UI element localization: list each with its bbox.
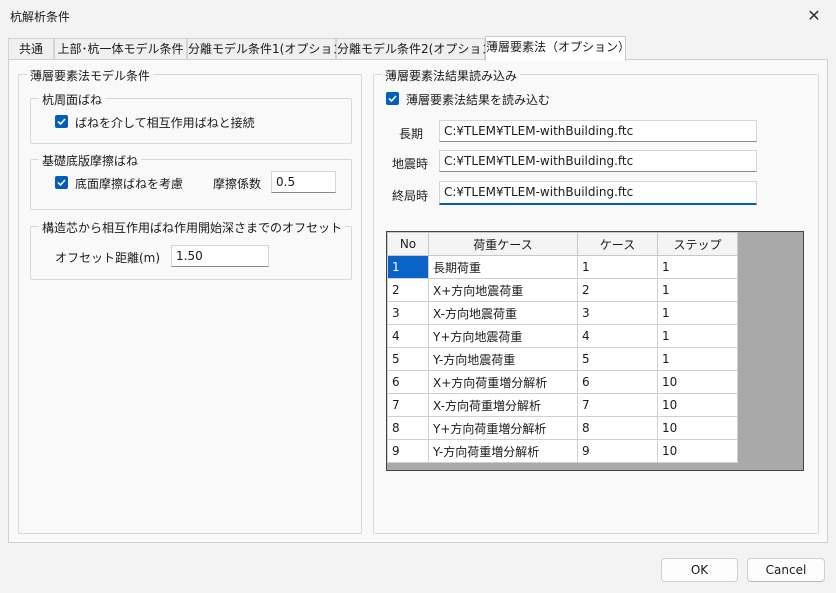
cell-step[interactable]: 10 <box>657 370 738 394</box>
tab-separated-model-1[interactable]: 分離モデル条件1(オプション) <box>187 38 349 60</box>
base-spring-checkbox-label: 底面摩擦ばねを考慮 <box>75 177 184 191</box>
table-row[interactable]: 6 X+方向荷重増分解析 6 10 <box>387 370 738 394</box>
seismic-label: 地震時 <box>392 157 429 171</box>
cell-case[interactable]: 8 <box>577 416 658 440</box>
longterm-label: 長期 <box>399 127 424 141</box>
cell-load-case[interactable]: 長期荷重 <box>428 255 578 279</box>
column-header-case[interactable]: ケース <box>577 232 658 256</box>
window-title: 杭解析条件 <box>10 10 71 24</box>
cell-case[interactable]: 5 <box>577 347 658 371</box>
cell-no[interactable]: 1 <box>387 255 429 279</box>
cell-load-case[interactable]: Y+方向荷重増分解析 <box>428 416 578 440</box>
column-header-step[interactable]: ステップ <box>657 232 738 256</box>
cell-step[interactable]: 1 <box>657 255 738 279</box>
cell-step[interactable]: 10 <box>657 416 738 440</box>
table-row[interactable]: 5 Y-方向地震荷重 5 1 <box>387 347 738 371</box>
friction-coef-input[interactable]: 0.5 <box>271 171 336 193</box>
cell-load-case[interactable]: X-方向地震荷重 <box>428 301 578 325</box>
cell-no[interactable]: 2 <box>387 278 429 302</box>
load-case-grid: No 荷重ケース ケース ステップ 1 長期荷重 1 1 2 X+方向地震荷重 2 1 3 X-方… <box>386 231 804 471</box>
cell-case[interactable]: 2 <box>577 278 658 302</box>
group-base-spring: 基礎底版摩擦ばね 底面摩擦ばねを考慮 摩擦係数 0.5 <box>30 152 352 210</box>
cell-load-case[interactable]: X+方向地震荷重 <box>428 278 578 302</box>
cell-no[interactable]: 8 <box>387 416 429 440</box>
title-bar: 杭解析条件 ✕ <box>0 0 836 32</box>
check-icon <box>388 95 397 103</box>
table-row[interactable]: 4 Y+方向地震荷重 4 1 <box>387 324 738 348</box>
tab-integrated-model[interactable]: 上部･杭一体モデル条件 <box>54 38 187 60</box>
check-icon <box>57 118 66 126</box>
group-offset: 構造芯から相互作用ばね作用開始深さまでのオフセット オフセット距離(m) 1.5… <box>30 219 352 280</box>
ultimate-label: 終局時 <box>392 189 429 203</box>
offset-distance-input[interactable]: 1.50 <box>171 245 269 267</box>
cell-load-case[interactable]: Y-方向荷重増分解析 <box>428 439 578 463</box>
cell-step[interactable]: 1 <box>657 324 738 348</box>
cell-case[interactable]: 4 <box>577 324 658 348</box>
load-case-table: No 荷重ケース ケース ステップ 1 長期荷重 1 1 2 X+方向地震荷重 2 1 3 X-方… <box>387 232 738 463</box>
close-icon[interactable]: ✕ <box>800 2 828 30</box>
table-row[interactable]: 8 Y+方向荷重増分解析 8 10 <box>387 416 738 440</box>
cell-no[interactable]: 7 <box>387 393 429 417</box>
offset-distance-label: オフセット距離(m) <box>55 251 161 265</box>
table-row[interactable]: 9 Y-方向荷重増分解析 9 10 <box>387 439 738 463</box>
table-row[interactable]: 1 長期荷重 1 1 <box>387 255 738 279</box>
cell-load-case[interactable]: Y+方向地震荷重 <box>428 324 578 348</box>
ultimate-file-input[interactable]: C:¥TLEM¥TLEM-withBuilding.ftc <box>439 181 757 205</box>
cell-step[interactable]: 1 <box>657 301 738 325</box>
cell-step[interactable]: 10 <box>657 393 738 417</box>
cell-step[interactable]: 1 <box>657 278 738 302</box>
group-model-conditions-title: 薄層要素法モデル条件 <box>27 67 154 84</box>
longterm-file-input[interactable]: C:¥TLEM¥TLEM-withBuilding.ftc <box>439 120 757 142</box>
tab-common[interactable]: 共通 <box>8 38 54 60</box>
pile-spring-checkbox[interactable] <box>55 115 68 128</box>
cell-no[interactable]: 5 <box>387 347 429 371</box>
cell-no[interactable]: 4 <box>387 324 429 348</box>
tab-thin-layer[interactable]: 薄層要素法（オプション） <box>485 36 630 61</box>
cell-step[interactable]: 1 <box>657 347 738 371</box>
cell-case[interactable]: 6 <box>577 370 658 394</box>
cell-no[interactable]: 9 <box>387 439 429 463</box>
cell-load-case[interactable]: Y-方向地震荷重 <box>428 347 578 371</box>
column-header-load-case[interactable]: 荷重ケース <box>428 232 578 256</box>
group-base-spring-title: 基礎底版摩擦ばね <box>39 152 142 169</box>
table-row[interactable]: 3 X-方向地震荷重 3 1 <box>387 301 738 325</box>
cancel-button[interactable]: Cancel <box>747 558 825 582</box>
import-results-checkbox[interactable] <box>386 92 399 105</box>
group-result-import-title: 薄層要素法結果読み込み <box>382 67 521 84</box>
cell-load-case[interactable]: X-方向荷重増分解析 <box>428 393 578 417</box>
cell-no[interactable]: 3 <box>387 301 429 325</box>
table-row[interactable]: 7 X-方向荷重増分解析 7 10 <box>387 393 738 417</box>
cell-case[interactable]: 3 <box>577 301 658 325</box>
cell-case[interactable]: 7 <box>577 393 658 417</box>
ok-button[interactable]: OK <box>661 558 738 582</box>
group-pile-spring-title: 杭周面ばね <box>39 91 106 108</box>
seismic-file-input[interactable]: C:¥TLEM¥TLEM-withBuilding.ftc <box>439 150 757 172</box>
cell-case[interactable]: 9 <box>577 439 658 463</box>
base-spring-checkbox[interactable] <box>55 176 68 189</box>
group-offset-title: 構造芯から相互作用ばね作用開始深さまでのオフセット <box>39 219 346 236</box>
cell-load-case[interactable]: X+方向荷重増分解析 <box>428 370 578 394</box>
cell-no[interactable]: 6 <box>387 370 429 394</box>
check-icon <box>57 179 66 187</box>
import-results-checkbox-label: 薄層要素法結果を読み込む <box>406 93 551 107</box>
friction-coef-label: 摩擦係数 <box>213 177 262 191</box>
cell-case[interactable]: 1 <box>577 255 658 279</box>
group-pile-spring: 杭周面ばね ばねを介して相互作用ばねと接続 <box>30 91 352 144</box>
pile-spring-checkbox-label: ばねを介して相互作用ばねと接続 <box>75 116 255 130</box>
cell-step[interactable]: 10 <box>657 439 738 463</box>
tab-panel: 薄層要素法モデル条件 杭周面ばね ばねを介して相互作用ばねと接続 基礎底版摩擦ば… <box>8 59 828 543</box>
column-header-no[interactable]: No <box>387 232 429 256</box>
tab-separated-model-2[interactable]: 分離モデル条件2(オプション) <box>336 38 498 60</box>
table-row[interactable]: 2 X+方向地震荷重 2 1 <box>387 278 738 302</box>
